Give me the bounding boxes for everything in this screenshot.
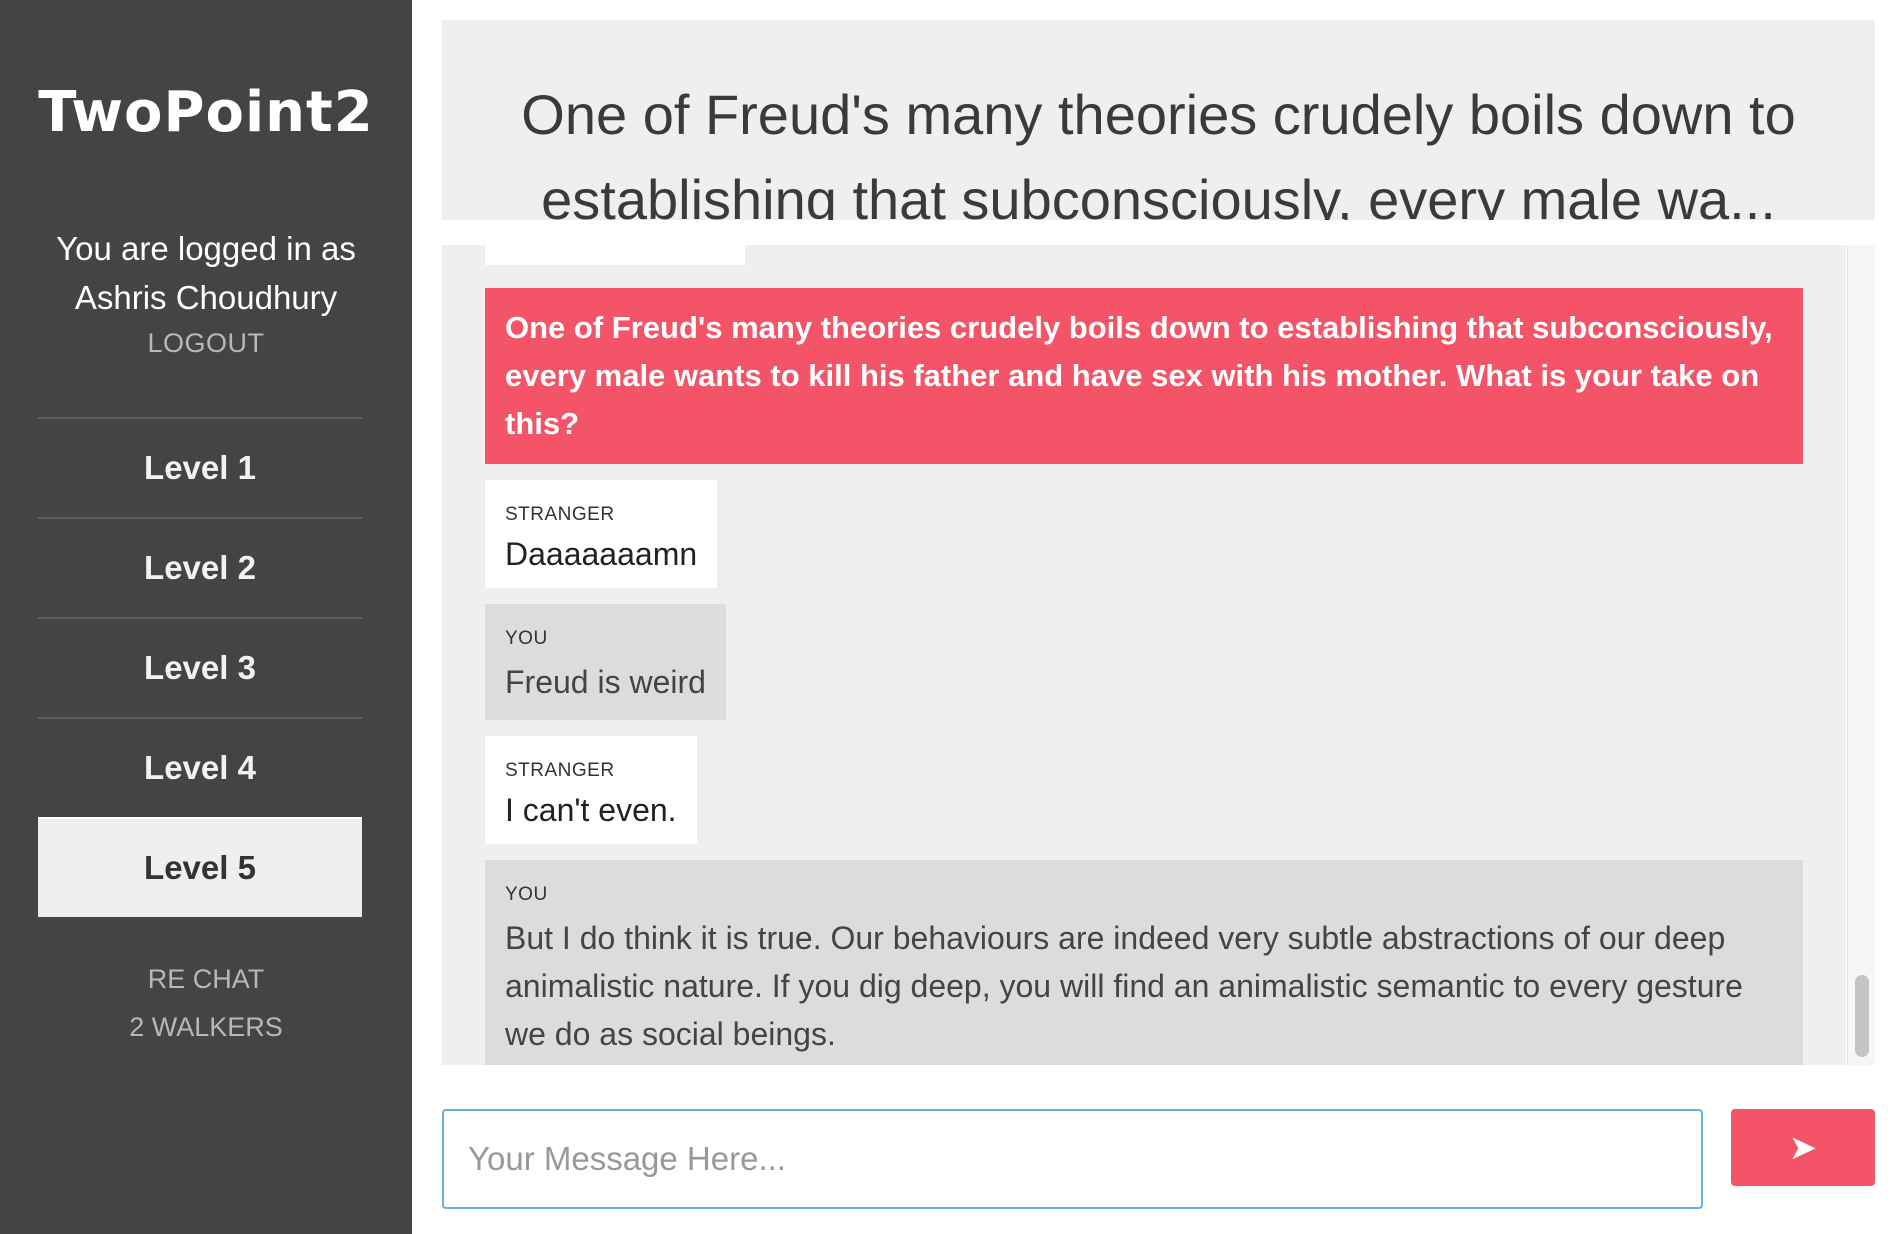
walkers-count: 2 WALKERS — [129, 1012, 283, 1042]
sidebar-item-level-1[interactable]: Level 1 — [38, 417, 362, 517]
message-text: I can't even. — [505, 792, 677, 828]
level-label: Level 4 — [144, 749, 256, 786]
list-item: STRANGER I can't even. — [485, 736, 1803, 860]
own-message: YOU But I do think it is true. Our behav… — [485, 860, 1803, 1065]
previous-message-bubble — [485, 245, 745, 265]
scrollbar-thumb[interactable] — [1855, 975, 1869, 1057]
sender-label: STRANGER — [505, 760, 615, 781]
send-button[interactable]: ➤ — [1731, 1109, 1875, 1186]
message-text: But I do think it is true. Our behaviour… — [505, 920, 1743, 1052]
sidebar-footer: RE CHAT 2 WALKERS — [0, 955, 412, 1051]
logged-in-label: You are logged in as — [56, 230, 356, 267]
sender-label: YOU — [505, 884, 548, 905]
stranger-message: STRANGER I can't even. — [485, 736, 697, 844]
list-item: STRANGER Daaaaaaamn — [485, 480, 1803, 604]
level-nav: Level 1 Level 2 Level 3 Level 4 Level 5 — [38, 417, 362, 917]
rechat-link[interactable]: RE CHAT — [0, 955, 412, 1003]
topic-message: One of Freud's many theories crudely boi… — [485, 288, 1803, 464]
topic-header: One of Freud's many theories crudely boi… — [442, 20, 1875, 220]
logout-link[interactable]: LOGOUT — [0, 328, 412, 359]
sidebar-item-level-4[interactable]: Level 4 — [38, 717, 362, 817]
own-message: YOU Freud is weird — [485, 604, 726, 720]
message-list: One of Freud's many theories crudely boi… — [485, 288, 1803, 1065]
app-logo[interactable]: TwoPoint2 — [0, 80, 412, 145]
send-arrow-icon: ➤ — [1788, 1128, 1818, 1167]
message-input[interactable] — [442, 1109, 1703, 1209]
user-name: Ashris Choudhury — [74, 279, 338, 316]
chat-scrollbar[interactable] — [1847, 245, 1875, 1065]
list-item: YOU But I do think it is true. Our behav… — [485, 860, 1803, 1065]
sidebar: TwoPoint2 You are logged in as Ashris Ch… — [0, 0, 412, 1234]
message-text: Daaaaaaamn — [505, 536, 698, 572]
level-label: Level 3 — [144, 649, 256, 686]
level-label: Level 1 — [144, 449, 256, 486]
message-text: Freud is weird — [505, 664, 706, 700]
sidebar-item-level-5[interactable]: Level 5 — [38, 817, 362, 917]
sidebar-item-level-2[interactable]: Level 2 — [38, 517, 362, 617]
stranger-message: STRANGER Daaaaaaamn — [485, 480, 718, 588]
login-status: You are logged in as Ashris Choudhury — [0, 224, 412, 322]
level-label: Level 2 — [144, 549, 256, 586]
sidebar-item-level-3[interactable]: Level 3 — [38, 617, 362, 717]
topic-line-1: One of Freud's many theories crudely boi… — [521, 83, 1796, 146]
topic-line-2: establishing that subconsciously, every … — [541, 168, 1776, 220]
sender-label: YOU — [505, 628, 548, 649]
level-label: Level 5 — [144, 849, 256, 886]
chat-panel[interactable]: One of Freud's many theories crudely boi… — [442, 245, 1846, 1065]
sender-label: STRANGER — [505, 504, 615, 525]
list-item: YOU Freud is weird — [485, 604, 1803, 736]
